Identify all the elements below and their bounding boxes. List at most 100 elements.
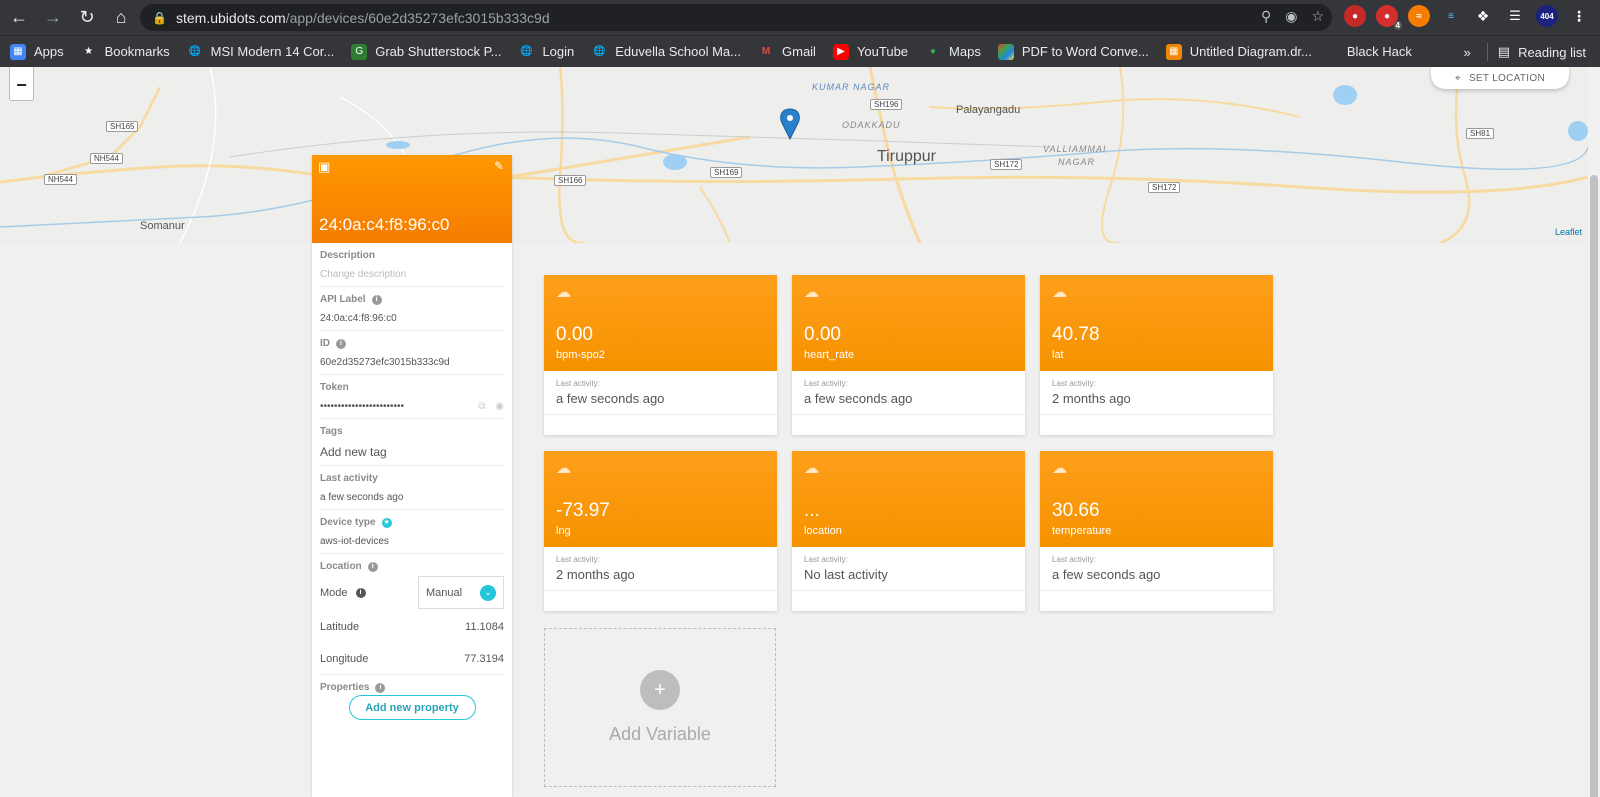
device-type-value[interactable]: aws-iot-devices (320, 536, 504, 547)
apps-grid-icon: ▦ (10, 43, 26, 60)
bookmark-apps[interactable]: ▦ Apps (10, 43, 64, 60)
device-type-star-icon[interactable]: ★ (381, 517, 392, 528)
road-shield: SH196 (870, 99, 903, 110)
bookmark-maps[interactable]: ● Maps (925, 44, 981, 60)
add-property-button[interactable]: Add new property (348, 695, 476, 720)
bookmarks-bar: ▦ Apps ★ Bookmarks 🌐 MSI Modern 14 Cor... G… (0, 35, 1600, 67)
cloud-upload-icon: ☁ (1052, 284, 1067, 301)
edit-pencil-icon[interactable]: ✎ (494, 159, 504, 173)
media-queue-icon[interactable]: ☰ (1504, 5, 1526, 27)
address-bar[interactable]: 🔒 stem.ubidots.com/app/devices/60e2d3527… (140, 4, 1332, 31)
variable-card-bpm-spo2[interactable]: ☁ 0.00 bpm-spo2 Last activity: a few second… (544, 275, 777, 435)
reload-icon[interactable]: ↻ (72, 3, 102, 33)
add-variable-button[interactable]: + Add Variable (544, 628, 776, 787)
home-icon[interactable]: ⌂ (106, 3, 136, 33)
device-location-map[interactable]: − ⌖ SET LOCATION KUMAR NAGAR SH196 Palay… (0, 67, 1588, 243)
add-variable-label: Add Variable (609, 724, 711, 744)
globe-icon: 🌐 (593, 46, 606, 57)
cloud-upload-icon: ☁ (1052, 460, 1067, 477)
add-tag-input[interactable]: Add new tag (320, 445, 504, 459)
device-name: 24:0a:c4:f8:96:c0 (319, 215, 450, 234)
extension-badge: 4 (1393, 21, 1402, 30)
variable-card-lat[interactable]: ☁ 40.78 lat Last activity: 2 months ago (1040, 275, 1273, 435)
extension-icon[interactable]: ● (1344, 5, 1366, 27)
info-icon[interactable]: i (375, 682, 386, 693)
forward-icon[interactable]: → (38, 3, 68, 33)
star-bookmark-icon[interactable]: ☆ (1311, 8, 1324, 25)
copy-icon[interactable]: ⧉ (478, 401, 485, 412)
leaflet-attribution[interactable]: Leaflet (1555, 227, 1582, 237)
last-activity-value: a few seconds ago (320, 492, 404, 503)
reading-list-button[interactable]: Reading list (1518, 45, 1586, 60)
bookmark-black-hack[interactable]: Black Hack (1347, 44, 1412, 59)
scrollbar-thumb[interactable] (1590, 175, 1598, 797)
eye-icon[interactable]: ◉ (495, 401, 504, 412)
device-type-field: Device type ★ aws-iot-devices (320, 510, 504, 554)
bookmark-pdf[interactable]: PDF to Word Conve... (997, 43, 1149, 60)
road-shield: SH81 (1466, 128, 1495, 139)
page-scrollbar[interactable] (1588, 67, 1600, 797)
zoom-icon[interactable]: ⚲ (1261, 8, 1271, 25)
more-bookmarks-icon[interactable]: » (1464, 45, 1471, 60)
bookmark-login[interactable]: 🌐 Login (518, 44, 574, 60)
info-icon[interactable]: i (367, 561, 378, 572)
tt-extension-icon[interactable]: ≡ (1440, 5, 1462, 27)
variable-name: bpm-spo2 (556, 349, 605, 361)
map-label: Tiruppur (877, 148, 936, 165)
globe-icon: 🌐 (188, 46, 201, 57)
map-label: ODAKKADU (842, 120, 901, 130)
back-icon[interactable]: ← (4, 3, 34, 33)
longitude-row: Longitude 77.3194 (320, 643, 504, 675)
info-icon[interactable]: i (371, 294, 382, 305)
bookmark-shutterstock[interactable]: G Grab Shutterstock P... (351, 43, 501, 60)
description-input[interactable]: Change description (320, 269, 504, 280)
description-field: Description Change description (320, 243, 504, 287)
last-activity-label: Last activity: (804, 379, 849, 388)
puzzle-icon[interactable]: ❖ (1472, 5, 1494, 27)
location-field: Location i Mode i Manual ⌄ (320, 554, 504, 611)
extension-badge-icon[interactable]: ● 4 (1376, 5, 1402, 30)
info-icon[interactable]: i (355, 587, 366, 598)
token-value: •••••••••••••••••••••••• (320, 401, 405, 412)
bookmark-eduvella[interactable]: 🌐 Eduvella School Ma... (591, 44, 741, 60)
variable-card-heart-rate[interactable]: ☁ 0.00 heart_rate Last activity: a few seco… (792, 275, 1025, 435)
pdf-icon (997, 43, 1014, 60)
set-location-button[interactable]: ⌖ SET LOCATION (1431, 67, 1569, 89)
variable-card-temperature[interactable]: ☁ 30.66 temperature Last activity: a few se… (1040, 451, 1273, 611)
variable-card-lng[interactable]: ☁ -73.97 lng Last activity: 2 months ago (544, 451, 777, 611)
info-icon[interactable]: i (336, 338, 346, 349)
id-field: ID i 60e2d35273efc3015b333c9d (320, 331, 504, 375)
cloud-upload-icon: ☁ (556, 460, 571, 477)
road-shield: SH172 (1148, 182, 1181, 193)
last-activity-label: Last activity: (556, 555, 601, 564)
bookmark-gmail[interactable]: M Gmail (758, 44, 816, 60)
latitude-row: Latitude 11.1084 (320, 611, 504, 643)
bookmark-bookmarks[interactable]: ★ Bookmarks (81, 44, 170, 60)
bookmark-youtube[interactable]: ▶ YouTube (832, 43, 908, 60)
grab-icon: G (351, 43, 368, 60)
wifi-extension-icon[interactable]: ≈ (1408, 5, 1430, 27)
road-shield: NH544 (90, 153, 123, 164)
variable-value: 0.00 (556, 324, 593, 345)
lock-icon: 🔒 (152, 10, 167, 25)
id-label: ID (320, 338, 330, 349)
map-label: Palayangadu (956, 104, 1021, 116)
device-details-panel: ▣ ✎ 24:0a:c4:f8:96:c0 Description Change… (312, 155, 512, 797)
zoom-out-button[interactable]: − (10, 75, 33, 96)
profile-avatar[interactable]: 404 (1536, 5, 1558, 27)
eye-off-icon[interactable]: ◉ (1285, 8, 1297, 25)
longitude-value[interactable]: 77.3194 (464, 653, 504, 665)
reading-list-icon: ▤ (1497, 44, 1511, 59)
variable-card-location[interactable]: ☁... location Last activity: No last activ… (792, 451, 1025, 611)
latitude-value[interactable]: 11.1084 (465, 621, 504, 633)
api-label-value[interactable]: 24:0a:c4:f8:96:c0 (320, 313, 504, 324)
location-mode-select[interactable]: Manual ⌄ (418, 576, 504, 609)
map-label: Somanur (140, 220, 185, 232)
api-label-field: API Label i 24:0a:c4:f8:96:c0 (320, 287, 504, 331)
menu-icon[interactable]: ⋮ (1568, 5, 1590, 27)
bookmark-drawio[interactable]: ▦ Untitled Diagram.dr... (1165, 43, 1312, 60)
token-label: Token (320, 382, 349, 393)
map-label: VALLIAMMAI (1043, 144, 1107, 154)
bookmark-msi[interactable]: 🌐 MSI Modern 14 Cor... (187, 44, 334, 60)
chevron-down-icon: ⌄ (480, 584, 496, 601)
